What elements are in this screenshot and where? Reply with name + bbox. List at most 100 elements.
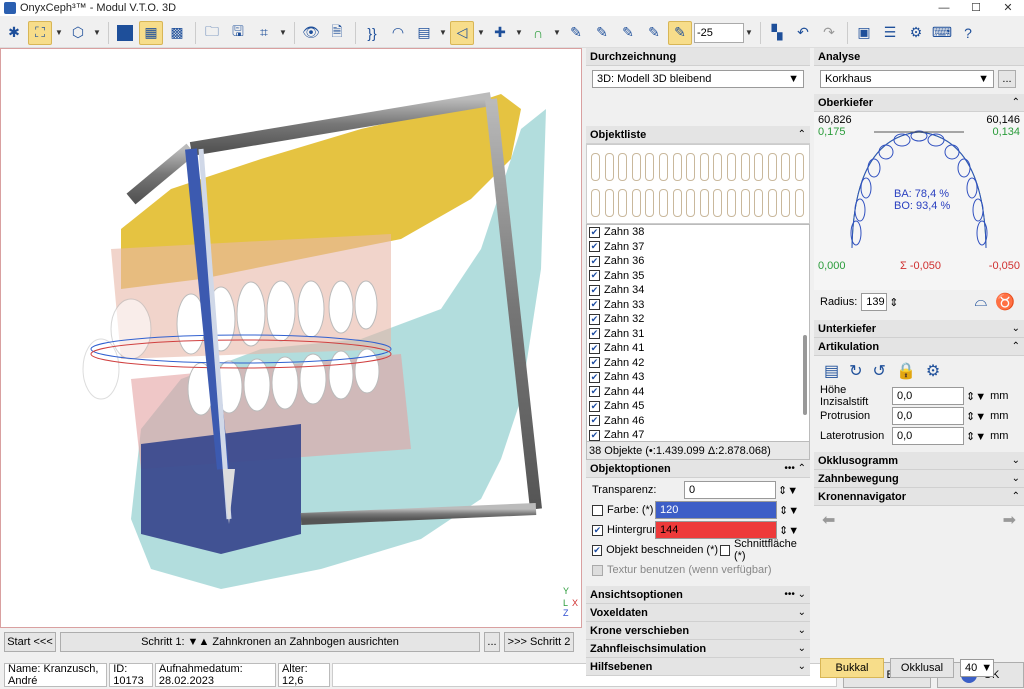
item-checkbox[interactable]: ✔ xyxy=(589,328,600,340)
list-item[interactable]: ✔ Zahn 31 xyxy=(587,327,809,342)
tooth-icon[interactable] xyxy=(767,189,777,217)
3d-viewport[interactable]: Y L X Z xyxy=(0,48,582,628)
settings-icon[interactable]: ⚙ xyxy=(904,21,928,45)
plus-icon[interactable]: ✚ xyxy=(488,21,512,45)
list-item[interactable]: ✔ Zahn 44 xyxy=(587,385,809,400)
articulator-l-icon[interactable]: ↺ xyxy=(873,361,886,381)
magnet-icon[interactable]: ∩ xyxy=(526,21,550,45)
chevron-down-icon[interactable]: ▼ xyxy=(278,21,288,45)
settings-icon[interactable]: ⚙ xyxy=(926,361,940,381)
list-icon[interactable]: ☰ xyxy=(878,21,902,45)
chevron-down-icon[interactable]: ▼ xyxy=(514,21,524,45)
keyboard-icon[interactable]: ⌨ xyxy=(930,21,954,45)
chevron-down-icon[interactable]: ▼ xyxy=(552,21,562,45)
kronennavigator-header[interactable]: Kronennavigator ⌃ xyxy=(814,488,1024,506)
tooth-icon[interactable] xyxy=(740,153,750,181)
tooth-icon[interactable] xyxy=(604,189,614,217)
chevron-down-icon[interactable]: ▼ xyxy=(476,21,486,45)
item-checkbox[interactable]: ✔ xyxy=(589,429,600,441)
articulation-input[interactable]: 0,0 xyxy=(892,407,964,425)
tooth-icon[interactable] xyxy=(604,153,614,181)
background-checkbox[interactable]: ✔ xyxy=(592,524,603,536)
unterkiefer-header[interactable]: Unterkiefer ⌄ xyxy=(814,320,1024,338)
tooth-icon[interactable] xyxy=(659,189,668,217)
item-checkbox[interactable]: ✔ xyxy=(589,241,600,253)
eye-icon[interactable]: 👁 xyxy=(299,21,323,45)
tooth-chart[interactable] xyxy=(586,144,810,224)
list-item[interactable]: ✔ Zahn 38 xyxy=(587,225,809,240)
tooth-icon[interactable] xyxy=(645,153,655,181)
tooth-icon[interactable] xyxy=(591,189,600,217)
articulator-icon[interactable]: ▤ xyxy=(824,361,839,381)
tooth-icon[interactable] xyxy=(754,189,764,217)
item-checkbox[interactable]: ✔ xyxy=(589,270,600,282)
item-checkbox[interactable]: ✔ xyxy=(589,299,600,311)
chevron-down-icon[interactable]: ▼ xyxy=(744,21,754,45)
oberkiefer-header[interactable]: Oberkiefer ⌃ xyxy=(814,94,1024,112)
transparency-input[interactable]: 0 xyxy=(684,481,776,499)
trim-checkbox[interactable]: ✔ xyxy=(592,544,603,556)
section-header[interactable]: Krone verschieben ⌄ xyxy=(586,622,810,640)
tooth-icon[interactable] xyxy=(618,153,628,181)
zoom-select[interactable]: 40 ▼ xyxy=(960,659,994,677)
item-checkbox[interactable]: ✔ xyxy=(589,415,600,427)
arrow-left-icon[interactable]: ⬅ xyxy=(822,510,835,530)
item-checkbox[interactable]: ✔ xyxy=(589,313,600,325)
item-checkbox[interactable]: ✔ xyxy=(589,342,600,354)
color-input[interactable]: 120 xyxy=(655,501,777,519)
list-item[interactable]: ✔ Zahn 47 xyxy=(587,428,809,441)
section-header[interactable]: Ansichtsoptionen ••• ⌄ xyxy=(586,586,810,604)
single-view-icon[interactable] xyxy=(113,21,137,45)
tooth-icon[interactable] xyxy=(686,189,696,217)
maximize-button[interactable]: ☐ xyxy=(960,0,992,16)
tool-y-icon[interactable]: ✎ xyxy=(616,21,640,45)
list-item[interactable]: ✔ Zahn 45 xyxy=(587,399,809,414)
tooth-icon[interactable] xyxy=(645,189,655,217)
help-icon[interactable]: ? xyxy=(956,21,980,45)
analysis-select[interactable]: Korkhaus ▼ xyxy=(820,70,994,88)
tooth-icon[interactable] xyxy=(713,153,723,181)
lips-icon[interactable]: ◠ xyxy=(386,21,410,45)
tool-icon[interactable]: ✎ xyxy=(564,21,588,45)
asterisk-icon[interactable]: ✱ xyxy=(2,21,26,45)
tooth-icon[interactable] xyxy=(754,153,764,181)
lock-icon[interactable]: 🔒 xyxy=(896,361,916,381)
list-item[interactable]: ✔ Zahn 36 xyxy=(587,254,809,269)
list-item[interactable]: ✔ Zahn 41 xyxy=(587,341,809,356)
articulator-r-icon[interactable]: ↻ xyxy=(849,361,862,381)
start-button[interactable]: Start <<< xyxy=(4,632,56,652)
buccal-button[interactable]: Bukkal xyxy=(820,658,884,678)
texture-checkbox[interactable] xyxy=(592,564,603,576)
crop-icon[interactable]: ⌗ xyxy=(252,21,276,45)
background-input[interactable]: 144 xyxy=(655,521,777,539)
arch-icon[interactable]: ⌓ xyxy=(975,293,988,311)
redo-icon[interactable]: ↷ xyxy=(817,21,841,45)
artikulation-header[interactable]: Artikulation ⌃ xyxy=(814,338,1024,356)
tool-active-icon[interactable]: ✎ xyxy=(668,20,692,45)
tooth-icon[interactable] xyxy=(795,189,804,217)
list-item[interactable]: ✔ Zahn 32 xyxy=(587,312,809,327)
articulation-input[interactable]: 0,0 xyxy=(892,387,964,405)
durchzeichnung-select[interactable]: 3D: Modell 3D bleibend ▼ xyxy=(592,70,804,88)
tooth-icon[interactable] xyxy=(672,189,682,217)
tooth-icon[interactable]: ♉ xyxy=(995,292,1015,312)
checker-icon[interactable]: ▚ xyxy=(765,21,789,45)
list-item[interactable]: ✔ Zahn 46 xyxy=(587,414,809,429)
occlusal-button[interactable]: Okklusal xyxy=(890,658,954,678)
tooth-icon[interactable] xyxy=(618,189,628,217)
tooth-icon[interactable] xyxy=(631,189,641,217)
nine-view-icon[interactable]: ▩ xyxy=(165,21,189,45)
tooth-icon[interactable] xyxy=(727,189,736,217)
close-button[interactable]: ✕ xyxy=(992,0,1024,16)
section-header[interactable]: Zahnfleischsimulation ⌄ xyxy=(586,640,810,658)
step-button[interactable]: Schritt 1: ▼▲ Zahnkronen an Zahnbogen au… xyxy=(60,632,480,652)
skeleton-icon[interactable]: ⛶ xyxy=(28,20,52,45)
section-header[interactable]: Voxeldaten ⌄ xyxy=(586,604,810,622)
tooth-icon[interactable] xyxy=(727,153,736,181)
list-item[interactable]: ✔ Zahn 37 xyxy=(587,240,809,255)
analysis-options-button[interactable]: ... xyxy=(998,70,1016,88)
item-checkbox[interactable]: ✔ xyxy=(589,255,600,267)
rotate-icon[interactable]: ◁ xyxy=(450,20,474,45)
list-item[interactable]: ✔ Zahn 34 xyxy=(587,283,809,298)
folder-icon[interactable]: 🗀 xyxy=(200,21,224,45)
